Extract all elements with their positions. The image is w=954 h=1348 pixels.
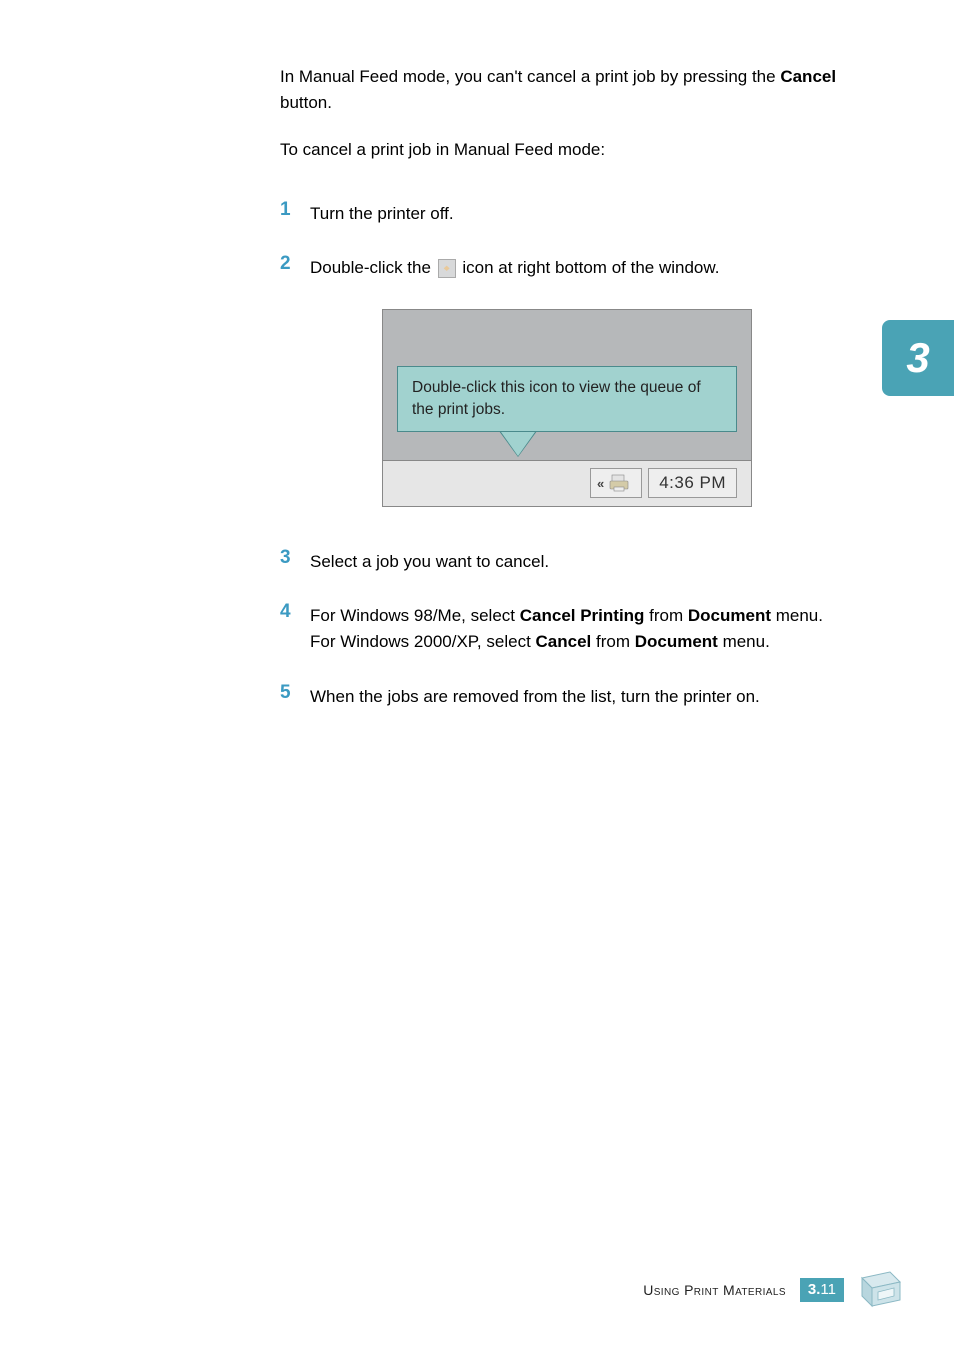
step-3: 3 Select a job you want to cancel.: [280, 549, 854, 575]
figure-mid: Double-click this icon to view the queue…: [383, 362, 751, 431]
chapter-prefix: 3.: [808, 1281, 821, 1298]
text: For Windows 98/Me, select: [310, 606, 520, 625]
tooltip-pointer-row: [383, 432, 751, 460]
step-text: Select a job you want to cancel.: [310, 549, 854, 575]
page-footer: Using Print Materials 3.11: [643, 1270, 904, 1310]
system-tray: « 4:36 PM: [383, 460, 751, 506]
tooltip-callout: Double-click this icon to view the queue…: [397, 366, 737, 431]
step-text: When the jobs are removed from the list,…: [310, 684, 854, 710]
printer-tray-icon: [438, 259, 456, 278]
text: menu.: [771, 606, 823, 625]
text: For Windows 2000/XP, select: [310, 632, 536, 651]
step-text: Turn the printer off.: [310, 201, 854, 227]
text-bold: Document: [635, 632, 718, 651]
chapter-thumb-tab: 3: [882, 320, 954, 396]
step-number: 5: [280, 682, 310, 710]
text: icon at right bottom of the window.: [458, 258, 720, 277]
text-bold: Cancel Printing: [520, 606, 645, 625]
step-text: For Windows 98/Me, select Cancel Printin…: [310, 603, 854, 656]
step-number: 1: [280, 199, 310, 227]
step-2: 2 Double-click the icon at right bottom …: [280, 255, 854, 281]
footer-section-title: Using Print Materials: [643, 1282, 786, 1298]
step-text: Double-click the icon at right bottom of…: [310, 255, 854, 281]
page-number-badge: 3.11: [800, 1278, 844, 1302]
text-bold: Cancel: [780, 67, 836, 86]
step-5: 5 When the jobs are removed from the lis…: [280, 684, 854, 710]
page-number: 11: [820, 1281, 836, 1298]
text-bold: Document: [688, 606, 771, 625]
step-4: 4 For Windows 98/Me, select Cancel Print…: [280, 603, 854, 656]
tray-icon-group: «: [590, 468, 642, 498]
step-number: 3: [280, 547, 310, 575]
printer-footer-icon: [858, 1270, 904, 1310]
text: from: [644, 606, 687, 625]
text: menu.: [718, 632, 770, 651]
tray-expand-icon: «: [597, 476, 601, 491]
step-1: 1 Turn the printer off.: [280, 201, 854, 227]
text: from: [591, 632, 634, 651]
text: Double-click the: [310, 258, 436, 277]
printer-systray-icon: [609, 473, 631, 493]
intro-paragraph-1: In Manual Feed mode, you can't cancel a …: [280, 64, 854, 115]
text: In Manual Feed mode, you can't cancel a …: [280, 67, 780, 86]
intro-paragraph-2: To cancel a print job in Manual Feed mod…: [280, 137, 854, 163]
figure-background-top: [383, 310, 751, 362]
systray-figure: Double-click this icon to view the queue…: [382, 309, 752, 506]
tray-clock: 4:36 PM: [648, 468, 737, 498]
step-number: 2: [280, 253, 310, 281]
chapter-number: 3: [906, 334, 929, 382]
tray-time-text: 4:36 PM: [659, 473, 726, 493]
step-number: 4: [280, 601, 310, 656]
text: button.: [280, 93, 332, 112]
text-bold: Cancel: [536, 632, 592, 651]
